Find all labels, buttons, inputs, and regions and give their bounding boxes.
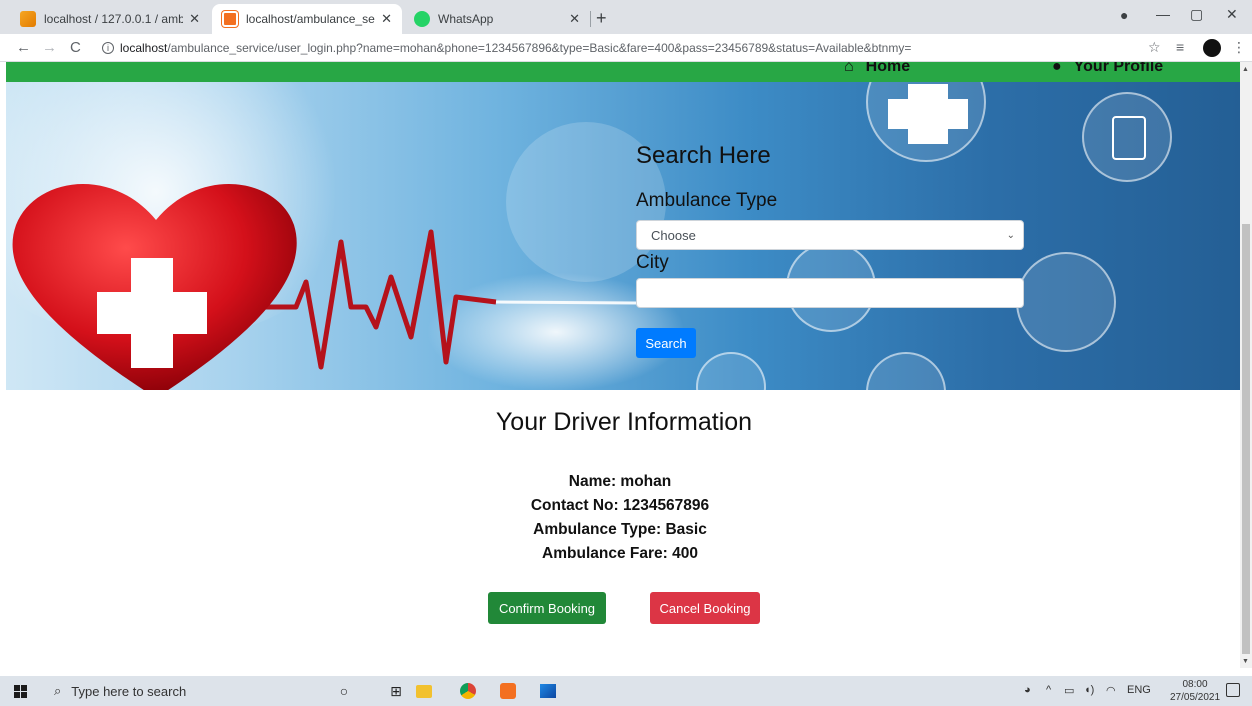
nav-home-label: Home	[865, 62, 911, 75]
browser-tab-strip: localhost / 127.0.0.1 / ambulance ✕ loca…	[0, 0, 1252, 34]
search-title: Search Here	[636, 142, 771, 169]
url-host: localhost	[120, 41, 168, 55]
address-bar: ← → C i localhost/ambulance_service/user…	[0, 34, 1252, 62]
language-indicator[interactable]: ENG	[1127, 684, 1151, 696]
browser-menu-icon[interactable]: ⋮	[1232, 39, 1246, 56]
page-scrollbar[interactable]: ▲ ▼	[1240, 62, 1252, 668]
cortana-icon[interactable]: ○	[336, 683, 352, 699]
xampp-favicon-icon	[222, 11, 238, 27]
url-path: /ambulance_service/user_login.php?name=m…	[167, 41, 912, 55]
search-form: Search Here Ambulance Type Choose ⌄ City…	[636, 142, 1026, 358]
close-window-icon[interactable]: ✕	[1226, 6, 1238, 23]
clock-date: 27/05/2021	[1170, 692, 1221, 703]
driver-ambulance-fare: Ambulance Fare: 400	[542, 545, 698, 562]
wifi-icon[interactable]: ◠	[1106, 684, 1116, 697]
driver-info-heading: Your Driver Information	[495, 408, 753, 436]
profile-avatar-icon[interactable]	[1203, 39, 1221, 57]
phpmyadmin-favicon-icon	[20, 11, 36, 27]
tab-title: localhost / 127.0.0.1 / ambulance	[44, 12, 184, 26]
chevron-down-icon: ⌄	[1006, 229, 1015, 241]
close-tab-icon[interactable]: ✕	[189, 11, 200, 27]
top-navbar: ⌂ Home ● Your Profile	[6, 62, 1240, 82]
close-tab-icon[interactable]: ✕	[569, 11, 580, 27]
windows-start-icon[interactable]	[14, 685, 27, 698]
file-explorer-icon[interactable]	[416, 683, 432, 699]
task-view-icon[interactable]: ⊞	[388, 683, 404, 699]
driver-info-lines: Name: mohan Contact No: 1234567896 Ambul…	[0, 470, 1240, 566]
nav-profile-link[interactable]: ● Your Profile	[1052, 62, 1163, 76]
tab-title: WhatsApp	[438, 12, 494, 26]
taskbar: ⌕ Type here to search ○ ⊞ ◕ ^ ▭ ◖) ◠ ENG…	[0, 676, 1252, 706]
notification-center-icon[interactable]	[1226, 683, 1240, 697]
taskbar-search-box[interactable]: ⌕ Type here to search	[40, 676, 310, 706]
driver-name: Name: mohan	[568, 473, 672, 490]
minimize-icon[interactable]: —	[1156, 6, 1170, 22]
network-status-icon[interactable]: ◕	[1024, 684, 1031, 696]
photos-icon[interactable]	[540, 683, 556, 699]
ambulance-type-select[interactable]: Choose ⌄	[636, 220, 1024, 250]
hero-banner: Search Here Ambulance Type Choose ⌄ City…	[6, 82, 1240, 390]
search-icon: ⌕	[54, 683, 62, 698]
page-viewport: ⌂ Home ● Your Profile Search Here Ambula…	[0, 62, 1240, 668]
user-icon: ●	[1052, 62, 1062, 75]
tab-whatsapp[interactable]: WhatsApp ✕	[404, 4, 590, 34]
driver-info-section: Your Driver Information Name: mohan Cont…	[0, 408, 1240, 566]
tab-ambulance-service[interactable]: localhost/ambulance_service/use ✕	[212, 4, 402, 34]
ambulance-type-selected: Choose	[651, 227, 696, 243]
search-button[interactable]: Search	[636, 328, 696, 358]
close-tab-icon[interactable]: ✕	[381, 11, 392, 27]
tab-phpmyadmin[interactable]: localhost / 127.0.0.1 / ambulance ✕	[10, 4, 210, 34]
city-input[interactable]	[636, 278, 1024, 308]
clock-time: 08:00	[1182, 679, 1208, 690]
tab-separator	[590, 11, 591, 27]
nav-profile-label: Your Profile	[1073, 62, 1164, 75]
chrome-icon[interactable]	[460, 683, 476, 699]
driver-ambulance-type: Ambulance Type: Basic	[533, 521, 707, 538]
show-hidden-icons-icon[interactable]: ^	[1046, 684, 1051, 696]
xampp-icon[interactable]	[500, 683, 516, 699]
scroll-down-icon[interactable]: ▼	[1242, 658, 1249, 665]
back-arrow-icon[interactable]: ←	[16, 39, 31, 56]
home-icon: ⌂	[844, 62, 854, 75]
new-tab-icon[interactable]: +	[596, 8, 607, 29]
volume-icon[interactable]: ◖)	[1084, 684, 1094, 696]
nav-home-link[interactable]: ⌂ Home	[844, 62, 910, 76]
confirm-booking-button[interactable]: Confirm Booking	[488, 592, 606, 624]
whatsapp-favicon-icon	[414, 11, 430, 27]
reload-icon[interactable]: C	[70, 39, 81, 56]
bookmark-star-icon[interactable]: ☆	[1148, 39, 1161, 56]
info-icon[interactable]: i	[102, 42, 114, 54]
media-queue-icon[interactable]: ≡	[1176, 39, 1184, 55]
scroll-thumb[interactable]	[1242, 224, 1250, 654]
scroll-up-icon[interactable]: ▲	[1242, 66, 1249, 73]
driver-contact: Contact No: 1234567896	[530, 497, 710, 514]
cancel-booking-button[interactable]: Cancel Booking	[650, 592, 760, 624]
battery-icon[interactable]: ▭	[1064, 684, 1074, 697]
heart-icon	[12, 183, 297, 390]
taskbar-search-placeholder: Type here to search	[71, 683, 187, 699]
browser-account-icon[interactable]: ●	[1120, 7, 1128, 23]
forward-arrow-icon[interactable]: →	[42, 39, 57, 56]
url-field[interactable]: i localhost/ambulance_service/user_login…	[98, 36, 1138, 60]
city-label: City	[636, 252, 669, 273]
tab-title: localhost/ambulance_service/use	[246, 12, 376, 26]
restore-icon[interactable]: ▢	[1190, 6, 1203, 23]
ambulance-type-label: Ambulance Type	[636, 190, 778, 211]
clock[interactable]: 08:00 27/05/2021	[1170, 678, 1220, 704]
